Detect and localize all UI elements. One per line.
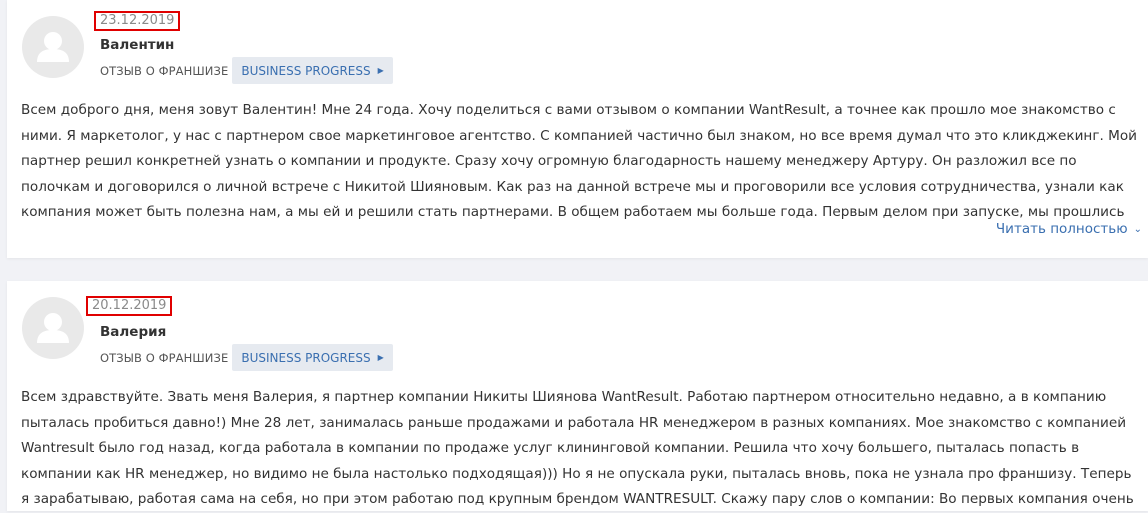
read-more-link[interactable]: Читать полностью ⌄ <box>996 221 1142 237</box>
review-date: 23.12.2019 <box>94 11 181 31</box>
review-date: 20.12.2019 <box>86 296 173 316</box>
review-card: 20.12.2019 Валерия ОТЗЫВ О ФРАНШИЗЕ BUSI… <box>7 281 1148 511</box>
review-meta: ОТЗЫВ О ФРАНШИЗЕ BUSINESS PROGRESS ▶ <box>100 344 393 371</box>
review-meta: ОТЗЫВ О ФРАНШИЗЕ BUSINESS PROGRESS ▶ <box>100 57 393 84</box>
review-author: Валентин <box>100 37 175 53</box>
review-category-label: ОТЗЫВ О ФРАНШИЗЕ <box>100 63 229 78</box>
review-author: Валерия <box>100 324 167 340</box>
avatar-placeholder-icon <box>22 297 84 359</box>
review-text: Всем здравствуйте. Звать меня Валерия, я… <box>21 389 1134 507</box>
franchise-tag-label: BUSINESS PROGRESS <box>241 350 371 365</box>
triangle-right-icon: ▶ <box>377 353 384 362</box>
review-text: Всем доброго дня, меня зовут Валентин! М… <box>21 102 1137 220</box>
chevron-down-icon: ⌄ <box>1133 223 1142 235</box>
read-more-label: Читать полностью <box>995 221 1128 237</box>
review-category-label: ОТЗЫВ О ФРАНШИЗЕ <box>100 350 229 365</box>
franchise-tag-link[interactable]: BUSINESS PROGRESS ▶ <box>232 344 393 371</box>
franchise-tag-label: BUSINESS PROGRESS <box>241 63 371 78</box>
franchise-tag-link[interactable]: BUSINESS PROGRESS ▶ <box>232 57 393 84</box>
avatar-placeholder-icon <box>22 16 84 78</box>
review-card: 23.12.2019 Валентин ОТЗЫВ О ФРАНШИЗЕ BUS… <box>7 0 1148 258</box>
triangle-right-icon: ▶ <box>377 66 384 75</box>
